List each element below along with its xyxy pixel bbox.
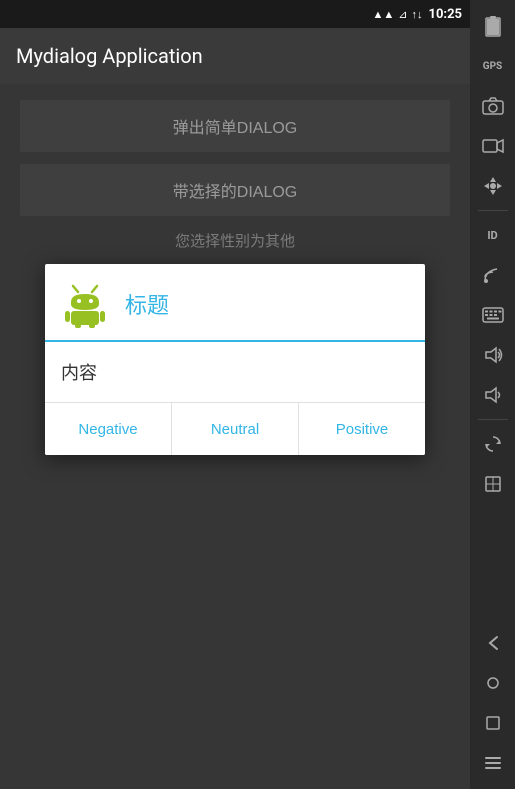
negative-button[interactable]: Negative [45,403,172,455]
dialog-buttons: Negative Neutral Positive [45,402,425,455]
menu-nav-icon[interactable] [475,745,511,781]
back-nav-icon[interactable] [475,625,511,661]
neutral-button[interactable]: Neutral [172,403,299,455]
sidebar-divider-1 [478,210,508,211]
wifi-icon: ⊿ [398,8,407,21]
dialog: 标题 内容 Negative Neutral Positive [45,264,425,455]
app-title: Mydialog Application [16,44,203,68]
video-icon[interactable] [475,128,511,164]
status-time: 10:25 [429,7,463,22]
positive-button[interactable]: Positive [299,403,425,455]
scale-icon[interactable] [475,466,511,502]
dialog-title: 标题 [125,288,169,320]
dialog-body: 内容 [45,342,425,402]
dialog-header: 标题 [45,264,425,342]
sidebar-divider-2 [478,419,508,420]
camera-icon[interactable] [475,88,511,124]
network-icon: ↑↓ [412,8,423,21]
status-bar: ▲▲ ⊿ ↑↓ 10:25 [0,0,470,28]
home-nav-icon[interactable] [475,665,511,701]
id-icon[interactable]: ID [475,217,511,253]
dialog-content: 内容 [61,359,97,385]
signal-icon: ▲▲ [373,8,395,21]
recent-nav-icon[interactable] [475,705,511,741]
rss-icon[interactable] [475,257,511,293]
dialog-overlay: 标题 内容 Negative Neutral Positive [0,84,470,789]
volume-up-icon[interactable] [475,337,511,373]
app-bar: Mydialog Application [0,28,470,84]
volume-down-icon[interactable] [475,377,511,413]
rotate-icon[interactable] [475,426,511,462]
dpad-icon[interactable] [475,168,511,204]
gps-icon[interactable]: GPS [475,48,511,84]
keyboard-icon[interactable] [475,297,511,333]
right-sidebar: GPS ID [470,0,515,789]
status-icons: ▲▲ ⊿ ↑↓ [373,8,423,21]
android-logo-icon [61,280,109,328]
battery-icon[interactable] [475,8,511,44]
